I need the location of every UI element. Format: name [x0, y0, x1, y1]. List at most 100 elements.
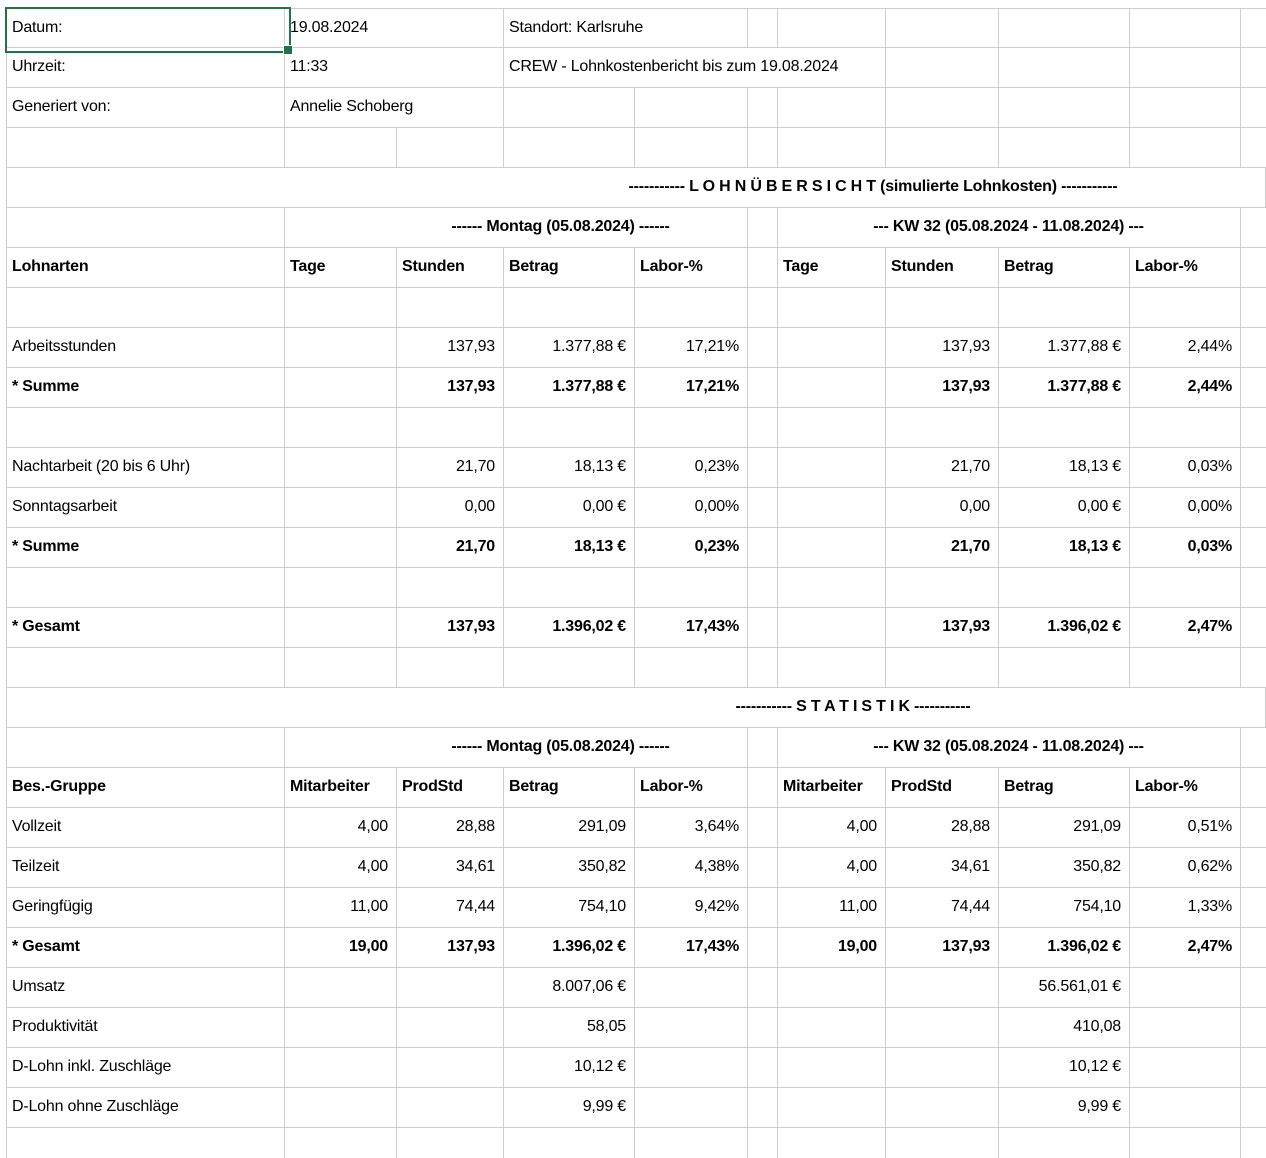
empty-cell[interactable]: [778, 1048, 886, 1088]
cell-kw32-mitarbeiter[interactable]: 19,00: [778, 928, 886, 968]
empty-cell[interactable]: [886, 48, 999, 88]
cell-kw32-betrag[interactable]: 350,82: [999, 848, 1130, 888]
cell-kw32-labor[interactable]: 2,47%: [1130, 608, 1241, 648]
empty-cell[interactable]: [748, 1088, 778, 1128]
empty-cell[interactable]: [999, 568, 1130, 608]
empty-cell[interactable]: [1241, 128, 1266, 168]
empty-cell[interactable]: [1241, 1128, 1266, 1158]
empty-cell[interactable]: [748, 1048, 778, 1088]
empty-cell[interactable]: [285, 568, 397, 608]
cell-kw32-stunden[interactable]: 137,93: [886, 608, 999, 648]
cell-kw32-prodstd[interactable]: 137,93: [886, 928, 999, 968]
cell-montag-labor[interactable]: 17,43%: [635, 928, 748, 968]
cell-label[interactable]: Produktivität: [6, 1008, 285, 1048]
empty-cell[interactable]: [635, 968, 748, 1008]
cell-label[interactable]: * Summe: [6, 368, 285, 408]
empty-cell[interactable]: [397, 1088, 504, 1128]
cell-kw32-betrag[interactable]: 1.396,02 €: [999, 928, 1130, 968]
empty-cell[interactable]: [1130, 1128, 1241, 1158]
cell-montag-labor[interactable]: 0,00%: [635, 488, 748, 528]
cell-kw32-betrag[interactable]: 1.377,88 €: [999, 328, 1130, 368]
empty-cell[interactable]: [285, 1088, 397, 1128]
cell-label[interactable]: Nachtarbeit (20 bis 6 Uhr): [6, 448, 285, 488]
empty-cell[interactable]: [748, 648, 778, 688]
empty-cell[interactable]: [1241, 1088, 1266, 1128]
cell-standort[interactable]: Standort: Karlsruhe: [504, 8, 748, 48]
empty-cell[interactable]: [504, 88, 635, 128]
empty-cell[interactable]: [748, 248, 778, 288]
empty-cell[interactable]: [1241, 808, 1266, 848]
empty-cell[interactable]: [635, 128, 748, 168]
empty-cell[interactable]: [635, 1008, 748, 1048]
empty-cell[interactable]: [778, 408, 886, 448]
empty-cell[interactable]: [1130, 1008, 1241, 1048]
header-betrag-montag[interactable]: Betrag: [504, 768, 635, 808]
cell-label[interactable]: * Summe: [6, 528, 285, 568]
cell-label[interactable]: Teilzeit: [6, 848, 285, 888]
cell-montag-stunden[interactable]: 21,70: [397, 528, 504, 568]
empty-cell[interactable]: [999, 88, 1130, 128]
cell-montag-labor[interactable]: 9,42%: [635, 888, 748, 928]
cell-label[interactable]: D-Lohn ohne Zuschläge: [6, 1088, 285, 1128]
cell-kw32-prodstd[interactable]: 28,88: [886, 808, 999, 848]
empty-cell[interactable]: [748, 208, 778, 248]
cell-kw32-stunden[interactable]: 137,93: [886, 368, 999, 408]
empty-cell[interactable]: [504, 408, 635, 448]
empty-cell[interactable]: [778, 568, 886, 608]
cell-kw32-labor[interactable]: 0,03%: [1130, 448, 1241, 488]
empty-cell[interactable]: [748, 848, 778, 888]
empty-cell[interactable]: [397, 288, 504, 328]
cell-montag-stunden[interactable]: 137,93: [397, 328, 504, 368]
empty-cell[interactable]: [778, 8, 886, 48]
empty-cell[interactable]: [778, 328, 886, 368]
empty-cell[interactable]: [1241, 1008, 1266, 1048]
cell-montag-mitarbeiter[interactable]: 4,00: [285, 848, 397, 888]
cell-kw32-betrag[interactable]: 410,08: [999, 1008, 1130, 1048]
statistik-group-kw32[interactable]: --- KW 32 (05.08.2024 - 11.08.2024) ---: [778, 728, 1241, 768]
cell-uhrzeit-label[interactable]: Uhrzeit:: [6, 48, 285, 88]
lohn-group-montag[interactable]: ------ Montag (05.08.2024) ------: [285, 208, 748, 248]
empty-cell[interactable]: [1241, 328, 1266, 368]
empty-cell[interactable]: [635, 1048, 748, 1088]
empty-cell[interactable]: [6, 288, 285, 328]
empty-cell[interactable]: [285, 1048, 397, 1088]
empty-cell[interactable]: [748, 968, 778, 1008]
empty-cell[interactable]: [285, 648, 397, 688]
cell-datum-value[interactable]: 19.08.2024: [285, 8, 504, 48]
statistik-section-title[interactable]: ----------- S T A T I S T I K ----------…: [6, 688, 1266, 728]
empty-cell[interactable]: [748, 1128, 778, 1158]
empty-cell[interactable]: [748, 328, 778, 368]
empty-cell[interactable]: [748, 528, 778, 568]
empty-cell[interactable]: [397, 1128, 504, 1158]
empty-cell[interactable]: [778, 88, 886, 128]
cell-montag-mitarbeiter[interactable]: 11,00: [285, 888, 397, 928]
empty-cell[interactable]: [778, 608, 886, 648]
empty-cell[interactable]: [285, 488, 397, 528]
empty-cell[interactable]: [748, 128, 778, 168]
empty-cell[interactable]: [6, 568, 285, 608]
cell-montag-betrag[interactable]: 1.377,88 €: [504, 328, 635, 368]
header-bes-gruppe[interactable]: Bes.-Gruppe: [6, 768, 285, 808]
cell-montag-labor[interactable]: 0,23%: [635, 448, 748, 488]
empty-cell[interactable]: [285, 608, 397, 648]
cell-kw32-labor[interactable]: 0,00%: [1130, 488, 1241, 528]
cell-montag-stunden[interactable]: 21,70: [397, 448, 504, 488]
empty-cell[interactable]: [886, 408, 999, 448]
cell-montag-prodstd[interactable]: 74,44: [397, 888, 504, 928]
empty-cell[interactable]: [748, 88, 778, 128]
empty-cell[interactable]: [1130, 288, 1241, 328]
cell-montag-mitarbeiter[interactable]: 19,00: [285, 928, 397, 968]
empty-cell[interactable]: [1241, 608, 1266, 648]
cell-uhrzeit-value[interactable]: 11:33: [285, 48, 504, 88]
cell-montag-betrag[interactable]: 18,13 €: [504, 448, 635, 488]
header-prodstd-montag[interactable]: ProdStd: [397, 768, 504, 808]
empty-cell[interactable]: [1241, 1048, 1266, 1088]
cell-montag-prodstd[interactable]: 137,93: [397, 928, 504, 968]
cell-kw32-betrag[interactable]: 18,13 €: [999, 528, 1130, 568]
empty-cell[interactable]: [6, 728, 285, 768]
empty-cell[interactable]: [748, 728, 778, 768]
cell-label[interactable]: Vollzeit: [6, 808, 285, 848]
empty-cell[interactable]: [1241, 288, 1266, 328]
empty-cell[interactable]: [886, 8, 999, 48]
cell-montag-labor[interactable]: 4,38%: [635, 848, 748, 888]
